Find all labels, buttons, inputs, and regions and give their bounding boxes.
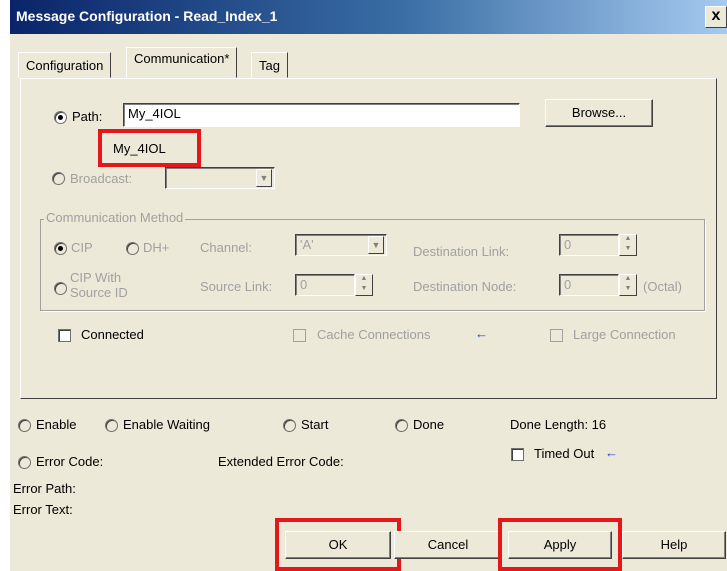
- broadcast-radio[interactable]: [52, 172, 65, 185]
- chevron-down-icon[interactable]: ▼: [256, 169, 272, 187]
- tab-communication[interactable]: Communication*: [126, 47, 238, 78]
- message-configuration-dialog: Message Configuration - Read_Index_1 x C…: [10, 0, 727, 571]
- path-radio[interactable]: [54, 111, 67, 124]
- enable-waiting-status-label: Enable Waiting: [123, 417, 210, 432]
- tab-tag[interactable]: Tag: [251, 52, 288, 78]
- help-button[interactable]: Help: [622, 531, 726, 559]
- dh-plus-label: DH+: [143, 240, 170, 255]
- dh-plus-radio[interactable]: [126, 242, 139, 255]
- browse-button[interactable]: Browse...: [545, 99, 653, 127]
- octal-label: (Octal): [643, 279, 682, 294]
- highlight-path-resolved: [98, 129, 201, 167]
- source-link-input[interactable]: 0: [295, 274, 355, 296]
- highlight-ok-button: [275, 518, 401, 571]
- broadcast-label: Broadcast:: [70, 171, 133, 186]
- error-code-label: Error Code:: [36, 454, 104, 469]
- communication-method-group: [40, 219, 705, 311]
- timed-out-label: Timed Out: [534, 446, 595, 461]
- done-status-indicator: [395, 419, 408, 432]
- browse-label: Browse...: [571, 105, 627, 120]
- path-input[interactable]: My_4IOL: [123, 103, 520, 127]
- title-bar[interactable]: Message Configuration - Read_Index_1 x: [10, 0, 727, 34]
- cip-label: CIP: [71, 240, 93, 255]
- error-code-status-indicator: [18, 456, 31, 469]
- large-connection-label: Large Connection: [573, 327, 676, 342]
- tab-configuration[interactable]: Configuration: [18, 52, 112, 78]
- cancel-label: Cancel: [427, 537, 469, 552]
- path-label: Path:: [72, 109, 103, 124]
- connected-label: Connected: [81, 327, 144, 342]
- window-title: Message Configuration - Read_Index_1: [16, 8, 278, 24]
- communication-method-title: Communication Method: [44, 210, 186, 225]
- cache-connections-checkbox[interactable]: [293, 329, 306, 342]
- start-status-indicator: [283, 419, 296, 432]
- channel-label: Channel:: [200, 240, 253, 255]
- arrow-left-icon: ←: [475, 326, 488, 341]
- error-path-label: Error Path:: [13, 481, 76, 496]
- done-status-label: Done: [413, 417, 445, 432]
- cancel-button[interactable]: Cancel: [394, 531, 502, 559]
- arrow-left-icon: ←: [605, 445, 618, 460]
- done-length-text: Done Length: 16: [510, 417, 607, 432]
- enable-status-indicator: [18, 419, 31, 432]
- destination-link-input[interactable]: 0: [559, 234, 619, 256]
- timed-out-checkbox: [511, 448, 524, 461]
- large-connection-checkbox[interactable]: [550, 329, 563, 342]
- help-label: Help: [660, 537, 688, 552]
- extended-error-code-label: Extended Error Code:: [218, 454, 344, 469]
- source-id-label: Source ID: [70, 285, 128, 300]
- close-icon: x: [711, 7, 721, 24]
- chevron-down-icon[interactable]: ▼: [368, 236, 384, 254]
- error-text-label: Error Text:: [13, 502, 73, 517]
- start-status-label: Start: [301, 417, 329, 432]
- cip-radio[interactable]: [54, 242, 67, 255]
- destination-node-spinner[interactable]: ▲ ▼: [619, 274, 637, 296]
- destination-link-label: Destination Link:: [413, 244, 510, 259]
- cip-with-label: CIP With: [70, 270, 122, 285]
- destination-node-label: Destination Node:: [413, 279, 517, 294]
- tab-label: Configuration: [26, 58, 104, 73]
- tab-label: Tag: [259, 58, 280, 73]
- highlight-apply-button: [498, 518, 622, 571]
- enable-status-label: Enable: [36, 417, 77, 432]
- source-link-label: Source Link:: [200, 279, 273, 294]
- cip-with-source-radio[interactable]: [54, 282, 67, 295]
- close-button[interactable]: x: [705, 6, 727, 28]
- destination-link-spinner[interactable]: ▲ ▼: [619, 234, 637, 256]
- tab-label: Communication*: [134, 51, 230, 66]
- destination-node-input[interactable]: 0: [559, 274, 619, 296]
- source-link-spinner[interactable]: ▲ ▼: [355, 274, 373, 296]
- enable-waiting-status-indicator: [105, 419, 118, 432]
- connected-checkbox[interactable]: [58, 329, 71, 342]
- cache-connections-label: Cache Connections: [317, 327, 431, 342]
